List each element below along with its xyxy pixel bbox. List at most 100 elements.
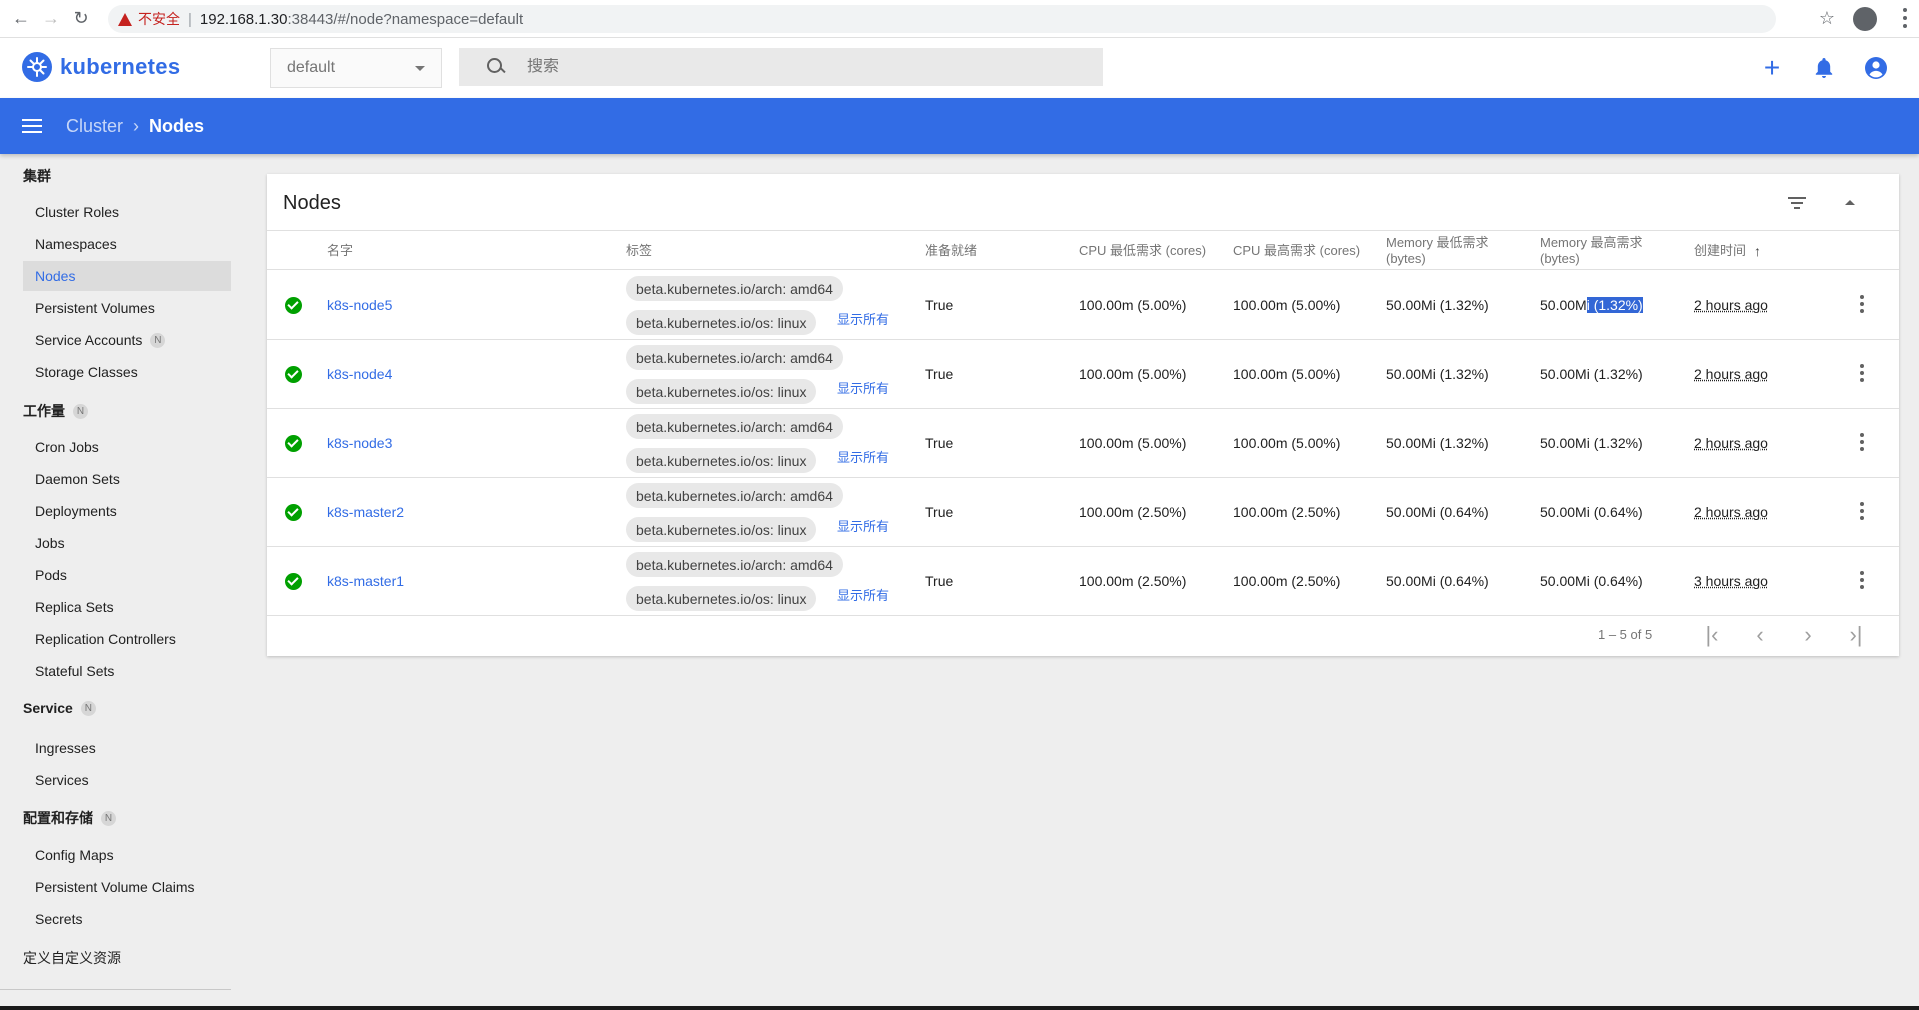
breadcrumb-toolbar: Cluster › Nodes <box>0 98 1919 154</box>
header-line: Memory 最低需求 <box>1386 235 1489 250</box>
show-all-link[interactable]: 显示所有 <box>837 585 889 604</box>
selected-text: i (1.32%) <box>1586 297 1643 313</box>
cpu-requests-value: 100.00m (2.50%) <box>1079 573 1187 589</box>
sidebar-section-service[interactable]: Service N <box>23 700 96 716</box>
namespace-select[interactable]: default <box>270 48 442 88</box>
column-header-name[interactable]: 名字 <box>327 231 353 271</box>
sidebar-item-jobs[interactable]: Jobs <box>23 528 231 558</box>
section-title: 定义自定义资源 <box>23 950 121 966</box>
hamburger-icon[interactable] <box>22 119 42 133</box>
node-name-link[interactable]: k8s-node5 <box>327 297 392 313</box>
search-input[interactable] <box>527 58 1087 76</box>
table-row[interactable]: k8s-node4 beta.kubernetes.io/arch: amd64… <box>267 340 1899 409</box>
sidebar-item-pods[interactable]: Pods <box>23 560 231 590</box>
sidebar-item-replication-controllers[interactable]: Replication Controllers <box>23 624 231 654</box>
table-row[interactable]: k8s-master2 beta.kubernetes.io/arch: amd… <box>267 478 1899 547</box>
cpu-requests-value: 100.00m (2.50%) <box>1079 504 1187 520</box>
browser-menu-icon[interactable] <box>1903 8 1907 28</box>
created-age: 2 hours ago <box>1694 297 1768 313</box>
node-name-link[interactable]: k8s-master2 <box>327 504 404 520</box>
table-row[interactable]: k8s-master1 beta.kubernetes.io/arch: amd… <box>267 547 1899 616</box>
first-page-icon[interactable]: |‹ <box>1700 622 1724 647</box>
sidebar-item-namespaces[interactable]: Namespaces <box>23 229 231 259</box>
label-chip: beta.kubernetes.io/arch: amd64 <box>626 276 843 301</box>
sidebar-section-workloads[interactable]: 工作量 N <box>23 401 88 421</box>
kubernetes-logo[interactable]: kubernetes <box>22 52 180 82</box>
bell-icon[interactable] <box>1810 54 1838 82</box>
header-label: 创建时间 <box>1694 243 1747 258</box>
last-page-icon[interactable]: ›| <box>1844 622 1868 647</box>
sidebar-item-cron-jobs[interactable]: Cron Jobs <box>23 432 231 462</box>
kubernetes-logo-icon <box>22 52 52 82</box>
sidebar-item-persistent-volume-claims[interactable]: Persistent Volume Claims <box>23 872 231 902</box>
sidebar-item-ingresses[interactable]: Ingresses <box>23 733 231 763</box>
created-age: 3 hours ago <box>1694 573 1768 589</box>
plus-icon[interactable]: + <box>1758 54 1786 82</box>
show-all-link[interactable]: 显示所有 <box>837 378 889 397</box>
more-vert-icon[interactable] <box>1860 295 1864 313</box>
ready-value: True <box>925 366 954 382</box>
table-header: 名字 标签 准备就绪 CPU 最低需求 (cores) CPU 最高需求 (co… <box>267 230 1899 270</box>
nodes-card: Nodes 名字 标签 准备就绪 CPU 最低需求 (cores) CPU 最高… <box>267 174 1899 656</box>
url-separator: | <box>188 10 192 28</box>
sidebar-item-config-maps[interactable]: Config Maps <box>23 840 231 870</box>
star-icon[interactable]: ☆ <box>1819 8 1835 29</box>
memory-requests-value: 50.00Mi (1.32%) <box>1386 366 1489 382</box>
more-vert-icon[interactable] <box>1860 364 1864 382</box>
namespaced-badge: N <box>101 810 116 826</box>
sidebar-section-cluster[interactable]: 集群 <box>23 166 51 186</box>
check-circle-icon <box>285 297 302 314</box>
sidebar-item-storage-classes[interactable]: Storage Classes <box>23 357 231 387</box>
account-icon[interactable] <box>1853 7 1877 31</box>
user-icon[interactable] <box>1862 54 1890 82</box>
logo-text: kubernetes <box>60 54 181 79</box>
ready-value: True <box>925 297 954 313</box>
show-all-link[interactable]: 显示所有 <box>837 516 889 535</box>
node-name-link[interactable]: k8s-node3 <box>327 435 392 451</box>
check-circle-icon <box>285 504 302 521</box>
security-label: 不安全 <box>138 11 180 27</box>
filter-icon[interactable] <box>1786 192 1808 214</box>
card-title: Nodes <box>283 192 341 214</box>
reload-icon[interactable]: ↻ <box>66 4 96 34</box>
prev-page-icon[interactable]: ‹ <box>1748 622 1772 647</box>
table-row[interactable]: k8s-node3 beta.kubernetes.io/arch: amd64… <box>267 409 1899 478</box>
search-bar[interactable] <box>459 48 1103 86</box>
sidebar-item-service-accounts[interactable]: Service Accounts N <box>23 325 231 355</box>
collapse-icon[interactable] <box>1841 194 1859 212</box>
sidebar-item-cluster-roles[interactable]: Cluster Roles <box>23 197 231 227</box>
node-name-link[interactable]: k8s-master1 <box>327 573 404 589</box>
column-header-created[interactable]: 创建时间 ↑ <box>1694 231 1761 271</box>
node-name-link[interactable]: k8s-node4 <box>327 366 392 382</box>
sidebar-section-config-storage[interactable]: 配置和存储 N <box>23 808 116 828</box>
sidebar-item-secrets[interactable]: Secrets <box>23 904 231 934</box>
ready-value: True <box>925 573 954 589</box>
address-bar[interactable]: 不安全 | 192.168.1.30:38443/#/node?namespac… <box>108 5 1776 33</box>
sidebar-item-persistent-volumes[interactable]: Persistent Volumes <box>23 293 231 323</box>
next-page-icon[interactable]: › <box>1796 622 1820 647</box>
memory-limits-value: 50.00Mi (1.32%) <box>1540 435 1643 451</box>
sidebar-item-deployments[interactable]: Deployments <box>23 496 231 526</box>
created-age: 2 hours ago <box>1694 366 1768 382</box>
sidebar-item-stateful-sets[interactable]: Stateful Sets <box>23 656 231 686</box>
back-icon[interactable]: ← <box>6 4 36 34</box>
more-vert-icon[interactable] <box>1860 571 1864 589</box>
breadcrumb-cluster[interactable]: Cluster <box>66 116 123 137</box>
sidebar-section-crd[interactable]: 定义自定义资源 <box>23 948 121 968</box>
label-chip: beta.kubernetes.io/os: linux <box>626 310 817 335</box>
warning-icon <box>118 12 132 26</box>
security-indicator[interactable]: 不安全 <box>118 9 180 29</box>
header-line: (bytes) <box>1386 251 1426 266</box>
forward-icon[interactable]: → <box>36 4 66 34</box>
more-vert-icon[interactable] <box>1860 502 1864 520</box>
sidebar-item-nodes[interactable]: Nodes <box>23 261 231 291</box>
show-all-link[interactable]: 显示所有 <box>837 447 889 466</box>
created-age: 2 hours ago <box>1694 504 1768 520</box>
show-all-link[interactable]: 显示所有 <box>837 309 889 328</box>
more-vert-icon[interactable] <box>1860 433 1864 451</box>
sidebar-item-replica-sets[interactable]: Replica Sets <box>23 592 231 622</box>
table-row[interactable]: k8s-node5 beta.kubernetes.io/arch: amd64… <box>267 271 1899 340</box>
sidebar-item-services[interactable]: Services <box>23 765 231 795</box>
sidebar-item-daemon-sets[interactable]: Daemon Sets <box>23 464 231 494</box>
memory-requests-value: 50.00Mi (1.32%) <box>1386 435 1489 451</box>
